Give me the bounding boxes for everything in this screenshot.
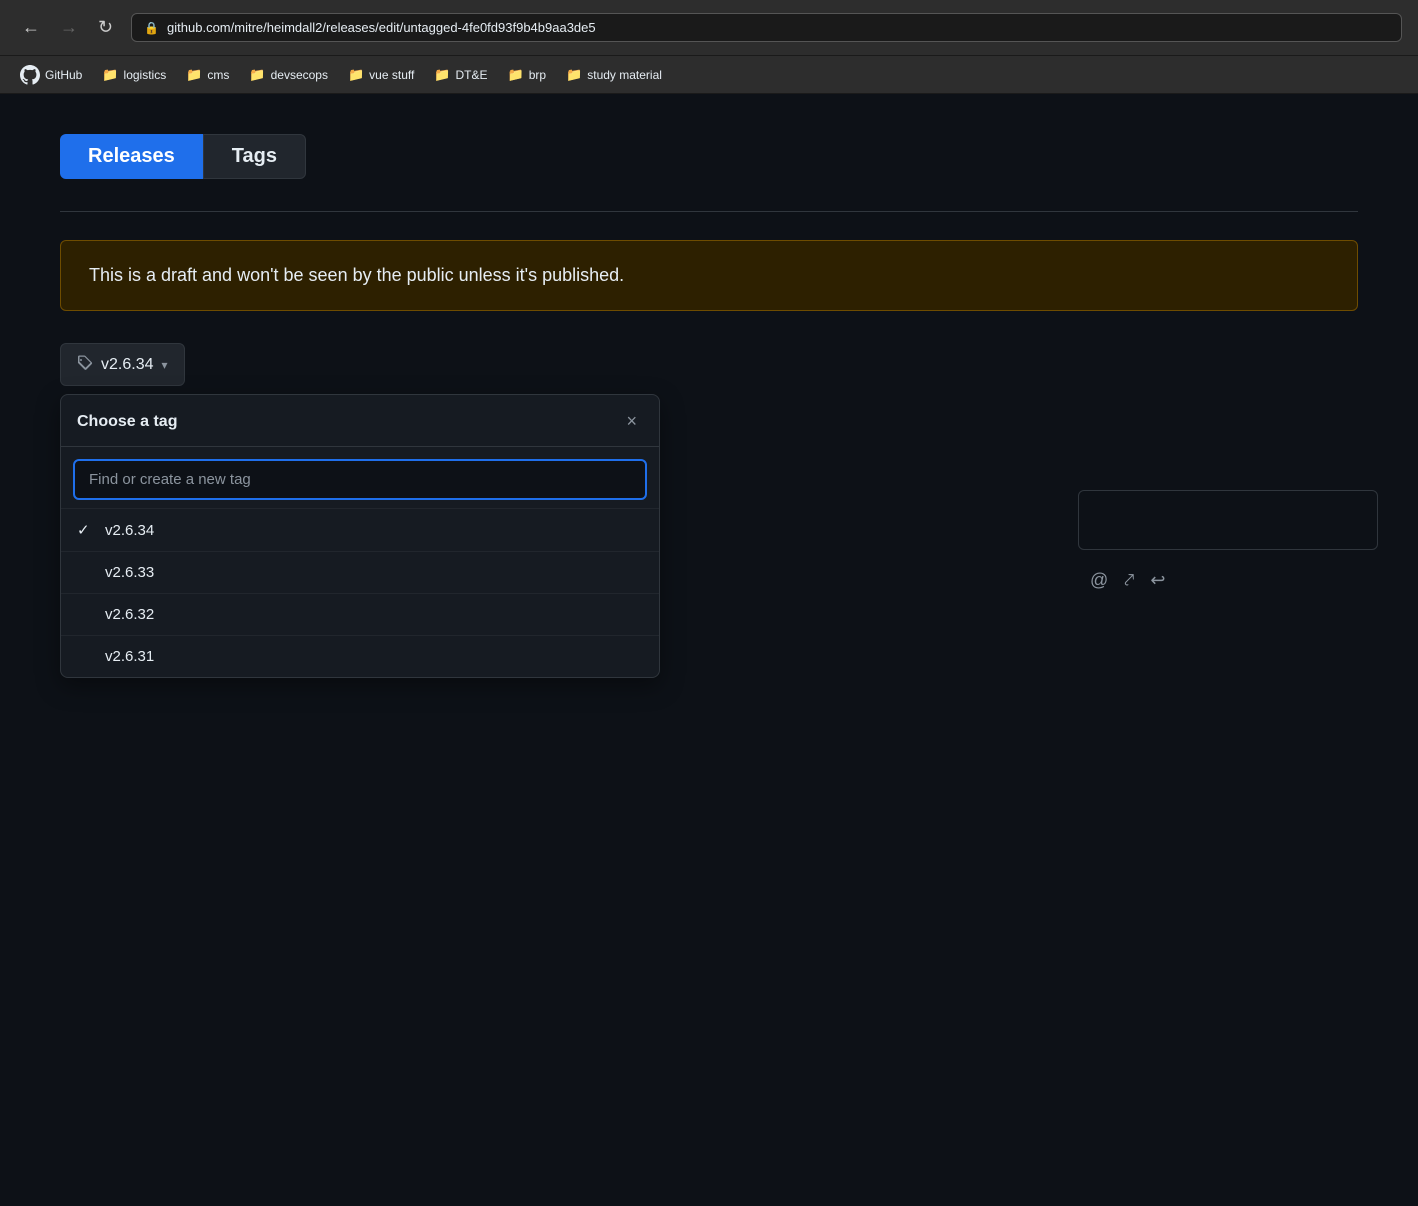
url-text: github.com/mitre/heimdall2/releases/edit…	[167, 20, 596, 35]
crossref-icon[interactable]: ⤤	[1124, 570, 1134, 591]
dropdown-item-label-v2632: v2.6.32	[105, 606, 154, 623]
bookmark-cms-label: cms	[207, 68, 229, 82]
mention-icon[interactable]: @	[1090, 570, 1108, 591]
dropdown-list: ✓ v2.6.34 v2.6.33 v2.6.32 v2.6.31	[61, 508, 659, 677]
draft-notice: This is a draft and won't be seen by the…	[60, 240, 1358, 311]
bookmark-brp-label: brp	[529, 68, 546, 82]
bookmark-dte[interactable]: 📁 DT&E	[426, 63, 495, 87]
bookmark-study-material[interactable]: 📁 study material	[558, 63, 670, 87]
draft-notice-text: This is a draft and won't be seen by the…	[89, 265, 624, 285]
main-content: Releases Tags This is a draft and won't …	[0, 94, 1418, 718]
bookmark-vue-label: vue stuff	[369, 68, 414, 82]
dropdown-item-label-v2634: v2.6.34	[105, 522, 154, 539]
reload-button[interactable]: ↻	[92, 13, 119, 42]
bookmark-devsecops-label: devsecops	[271, 68, 328, 82]
bookmark-logistics[interactable]: 📁 logistics	[94, 63, 174, 87]
chevron-down-icon: ▾	[161, 358, 167, 372]
browser-chrome: ← → ↻ 🔒 github.com/mitre/heimdall2/relea…	[0, 0, 1418, 56]
folder-icon-vue: 📁	[348, 67, 364, 83]
dropdown-item-label-v2631: v2.6.31	[105, 648, 154, 665]
bookmark-cms[interactable]: 📁 cms	[178, 63, 237, 87]
forward-button[interactable]: →	[54, 13, 84, 42]
address-bar[interactable]: 🔒 github.com/mitre/heimdall2/releases/ed…	[131, 13, 1402, 42]
dropdown-item-v2633[interactable]: v2.6.33	[61, 551, 659, 593]
editor-textarea[interactable]	[1078, 490, 1378, 550]
dropdown-item-v2632[interactable]: v2.6.32	[61, 593, 659, 635]
dropdown-item-label-v2633: v2.6.33	[105, 564, 154, 581]
tag-button-label: v2.6.34	[101, 356, 153, 374]
tag-selector-button[interactable]: v2.6.34 ▾	[60, 343, 185, 386]
folder-icon-dte: 📁	[434, 67, 450, 83]
bookmark-brp[interactable]: 📁 brp	[500, 63, 555, 87]
folder-icon-devsecops: 📁	[249, 67, 265, 83]
tab-tags[interactable]: Tags	[203, 134, 306, 179]
tag-icon	[77, 354, 93, 375]
bookmarks-bar: GitHub 📁 logistics 📁 cms 📁 devsecops 📁 v…	[0, 56, 1418, 94]
check-icon-v2634: ✓	[77, 521, 95, 539]
bookmark-dte-label: DT&E	[456, 68, 488, 82]
search-input-wrapper	[61, 447, 659, 508]
github-bookmark-label: GitHub	[45, 68, 82, 82]
bookmark-study-label: study material	[587, 68, 662, 82]
bookmark-devsecops[interactable]: 📁 devsecops	[241, 63, 336, 87]
dropdown-close-button[interactable]: ×	[620, 409, 643, 434]
folder-icon-study: 📁	[566, 67, 582, 83]
dropdown-title: Choose a tag	[77, 413, 177, 431]
bookmark-vue-stuff[interactable]: 📁 vue stuff	[340, 63, 422, 87]
dropdown-item-v2631[interactable]: v2.6.31	[61, 635, 659, 677]
divider	[60, 211, 1358, 212]
reply-icon[interactable]: ↩	[1150, 570, 1165, 591]
bookmark-logistics-label: logistics	[124, 68, 167, 82]
dropdown-header: Choose a tag ×	[61, 395, 659, 447]
lock-icon: 🔒	[144, 21, 159, 35]
nav-buttons: ← → ↻	[16, 13, 119, 42]
tag-dropdown: Choose a tag × ✓ v2.6.34 v2.6.33 v2.6.32…	[60, 394, 660, 678]
bookmark-github[interactable]: GitHub	[12, 61, 90, 89]
tag-search-input[interactable]	[73, 459, 647, 500]
github-logo-icon	[20, 65, 40, 85]
dropdown-item-v2634[interactable]: ✓ v2.6.34	[61, 508, 659, 551]
right-panel: @ ⤤ ↩	[1078, 490, 1378, 599]
folder-icon-logistics: 📁	[102, 67, 118, 83]
tab-releases[interactable]: Releases	[60, 134, 203, 179]
tabs-container: Releases Tags	[60, 134, 1358, 179]
back-button[interactable]: ←	[16, 13, 46, 42]
editor-toolbar: @ ⤤ ↩	[1078, 562, 1378, 599]
folder-icon-brp: 📁	[508, 67, 524, 83]
folder-icon-cms: 📁	[186, 67, 202, 83]
